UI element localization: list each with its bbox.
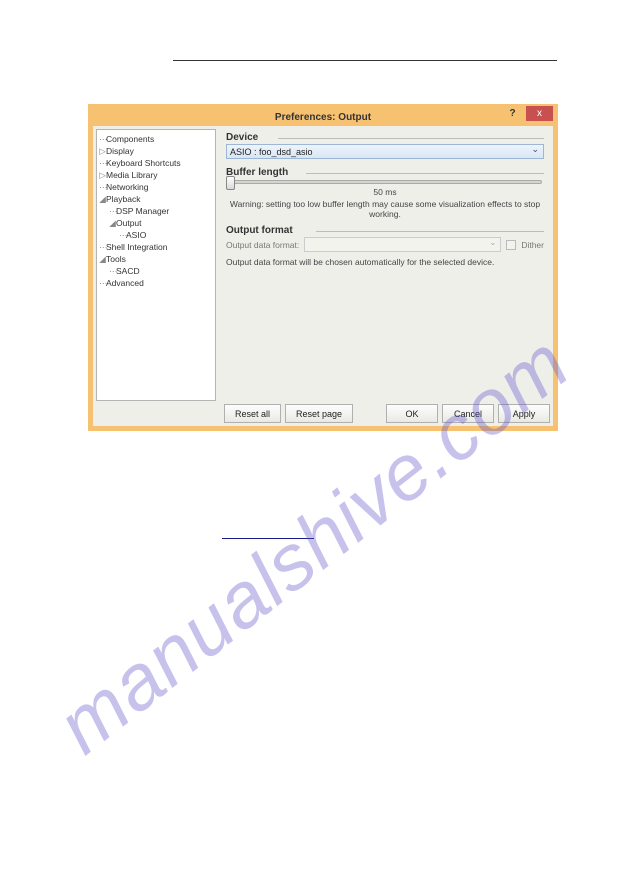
slider-thumb-icon[interactable] (226, 176, 235, 190)
format-field-label: Output data format: (226, 240, 299, 250)
format-note: Output data format will be chosen automa… (226, 257, 544, 267)
tree-item[interactable]: ⋯DSP Manager (99, 205, 213, 217)
dither-label: Dither (521, 240, 544, 250)
tree-item[interactable]: ⋯Shell Integration (99, 241, 213, 253)
help-button[interactable]: ? (499, 106, 526, 121)
window-title: Preferences: Output (275, 112, 371, 123)
buffer-slider[interactable] (228, 180, 542, 184)
tree-item[interactable]: ◢Playback (99, 193, 213, 205)
tree-item[interactable]: ◢Tools (99, 253, 213, 265)
ok-button[interactable]: OK (386, 404, 438, 423)
buffer-warning: Warning: setting too low buffer length m… (226, 199, 544, 219)
titlebar: Preferences: Output ? x (93, 109, 553, 126)
close-button[interactable]: x (526, 106, 553, 121)
tree-item[interactable]: ◢Output (99, 217, 213, 229)
button-row: Reset all Reset page OK Cancel Apply (96, 404, 550, 423)
divider-link (222, 538, 314, 539)
tree-item[interactable]: ⋯Advanced (99, 277, 213, 289)
format-select (304, 237, 501, 252)
preferences-dialog: Preferences: Output ? x ⋯Components ▷Dis… (88, 104, 558, 431)
apply-button[interactable]: Apply (498, 404, 550, 423)
nav-tree: ⋯Components ▷Display ⋯Keyboard Shortcuts… (96, 129, 216, 401)
buffer-value: 50 ms (226, 187, 544, 197)
tree-item[interactable]: ⋯Networking (99, 181, 213, 193)
tree-item[interactable]: ⋯ASIO (99, 229, 213, 241)
tree-item[interactable]: ▷Display (99, 145, 213, 157)
dither-checkbox (506, 240, 516, 250)
tree-item[interactable]: ⋯Keyboard Shortcuts (99, 157, 213, 169)
reset-page-button[interactable]: Reset page (285, 404, 353, 423)
tree-item[interactable]: ⋯SACD (99, 265, 213, 277)
cancel-button[interactable]: Cancel (442, 404, 494, 423)
tree-item[interactable]: ⋯Components (99, 133, 213, 145)
main-panel: Device ASIO : foo_dsd_asio Buffer length… (220, 129, 550, 401)
reset-all-button[interactable]: Reset all (224, 404, 281, 423)
divider-top (173, 60, 557, 61)
device-select[interactable]: ASIO : foo_dsd_asio (226, 144, 544, 159)
tree-item[interactable]: ▷Media Library (99, 169, 213, 181)
